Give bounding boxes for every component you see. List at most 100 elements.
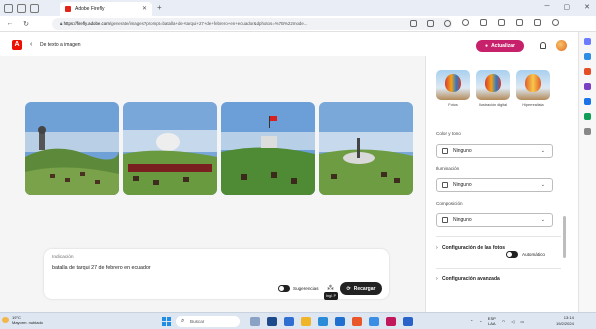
tray-chevron-icon[interactable]: ⌃ [470, 319, 473, 324]
split-screen-icon[interactable] [480, 19, 487, 26]
style-preset-digital[interactable]: Ilustración digital [476, 70, 510, 107]
outlook-app-icon[interactable] [403, 317, 413, 326]
app-header: A ‹ De texto a imagen ● Actualizar [0, 32, 578, 56]
color-tone-select[interactable]: Ninguno ⌄ [436, 144, 553, 158]
advanced-settings-accordion[interactable]: › Configuración avanzada [436, 276, 500, 282]
lang-indicator[interactable]: ESP LAA [488, 316, 496, 326]
more-menu-icon[interactable] [552, 19, 559, 26]
upgrade-label: Actualizar [491, 43, 515, 49]
style-caption: Hiperrealista [522, 103, 544, 107]
reload-button[interactable]: ⟳ Recargar [340, 282, 382, 295]
word-icon[interactable] [284, 317, 294, 326]
search-sidebar-icon[interactable] [584, 38, 591, 45]
chevron-down-icon: ⌄ [540, 148, 545, 154]
office-app-icon[interactable] [352, 317, 362, 326]
composition-select[interactable]: Ninguno ⌄ [436, 213, 553, 227]
url-path: /generate/images?prompt=batalla+de+tarqu… [109, 21, 308, 26]
battle-scene-3 [221, 102, 315, 195]
browser-tool-icons [462, 19, 559, 26]
photo-settings-toggle[interactable] [506, 251, 518, 258]
translate-icon[interactable] [427, 20, 434, 27]
photo-settings-mode: Automático [522, 252, 545, 257]
copilot-icon[interactable] [584, 53, 591, 60]
widgets-icon[interactable] [250, 317, 260, 326]
adobe-logo-icon[interactable]: A [12, 40, 22, 50]
close-tab-icon[interactable]: ✕ [142, 5, 147, 12]
store-icon[interactable] [335, 317, 345, 326]
taskbar-search-placeholder: Buscar [190, 319, 205, 324]
composition-label: Composición [436, 201, 463, 206]
address-bar[interactable]: 🔒︎ https://firefly.adobe.com/generate/im… [52, 18, 452, 30]
taskbar-search[interactable]: ⌕ Buscar [176, 316, 240, 327]
outlook-icon[interactable] [584, 113, 591, 120]
advanced-settings-label: Configuración avanzada [442, 276, 500, 282]
back-chevron-icon[interactable]: ‹ [30, 41, 32, 48]
style-caption: Fotos [448, 103, 458, 107]
url-host: https://firefly.adobe.com [63, 21, 110, 26]
collections-toolbar-icon[interactable] [516, 19, 523, 26]
favorites-icon[interactable] [498, 19, 505, 26]
new-tab-icon[interactable]: + [157, 3, 162, 12]
close-window-icon[interactable]: ✕ [584, 3, 590, 11]
lighting-value: Ninguno [453, 182, 472, 188]
wifi-icon[interactable]: ◠ [502, 319, 506, 324]
windows-start-icon[interactable] [162, 317, 171, 326]
suggestions-toggle[interactable] [278, 285, 290, 292]
refresh-page-icon[interactable] [462, 19, 469, 26]
chevron-down-icon: ⌄ [540, 182, 545, 188]
generated-image-3[interactable] [221, 102, 315, 195]
weather-widget[interactable]: 19°C Mayorm. nublado [2, 315, 43, 325]
games-icon[interactable] [584, 83, 591, 90]
style-caption: Ilustración digital [478, 103, 508, 107]
divider [436, 236, 561, 237]
task-view-icon[interactable] [267, 317, 277, 326]
edge-icon[interactable] [318, 317, 328, 326]
maximize-icon[interactable]: ▢ [564, 3, 571, 11]
upgrade-button[interactable]: ● Actualizar [476, 40, 524, 52]
favorite-star-icon[interactable] [444, 20, 451, 27]
extensions-icon[interactable] [534, 19, 541, 26]
read-aloud-icon[interactable] [410, 20, 417, 27]
profile-icon[interactable] [4, 3, 13, 13]
browser-tab[interactable]: Adobe Firefly ✕ [60, 2, 152, 16]
panel-scrollbar[interactable] [563, 66, 566, 300]
battery-icon[interactable]: ▭ [520, 319, 524, 324]
office-icon[interactable] [584, 98, 591, 105]
avatar[interactable] [556, 40, 567, 51]
balloon-thumbnail [436, 70, 470, 100]
composition-icon [442, 217, 448, 223]
tab-actions-icon[interactable] [30, 3, 39, 13]
address-bar-icons [410, 20, 451, 27]
breadcrumb[interactable]: De texto a imagen [40, 42, 81, 48]
volume-icon[interactable]: ◁ [511, 319, 514, 324]
generated-image-1[interactable] [25, 102, 119, 195]
network-icon[interactable]: ◔ [479, 319, 481, 324]
minimize-icon[interactable]: ─ [545, 3, 550, 11]
notifications-icon[interactable] [540, 42, 546, 49]
lang-sub: LAA [488, 320, 496, 326]
clock[interactable]: 13:14 19/2/2024 [556, 315, 574, 326]
search-icon: ⌕ [181, 318, 185, 324]
file-explorer-icon[interactable] [301, 317, 311, 326]
reload-icon: ⟳ [346, 285, 351, 292]
style-preset-photos[interactable]: Fotos [436, 70, 470, 107]
add-sidebar-icon[interactable] [584, 128, 591, 135]
generated-image-4[interactable] [319, 102, 413, 195]
photos-icon[interactable] [369, 317, 379, 326]
prompt-input[interactable]: batalla de tarqui 27 de febrero en ecuad… [52, 265, 151, 271]
lighting-select[interactable]: Ninguno ⌄ [436, 178, 553, 192]
prompt-label: Indicación [52, 255, 74, 260]
app-icon[interactable] [386, 317, 396, 326]
translate-prompt-icon[interactable]: ⁂ [327, 284, 334, 292]
scrollbar-thumb[interactable] [563, 216, 566, 258]
collections-icon[interactable] [17, 3, 26, 13]
composition-value: Ninguno [453, 217, 472, 223]
generated-image-2[interactable] [123, 102, 217, 195]
photo-settings-accordion[interactable]: › Configuración de las fotos [436, 245, 506, 251]
shopping-icon[interactable] [584, 68, 591, 75]
battle-scene-1 [25, 102, 119, 195]
back-icon[interactable]: ← [4, 20, 16, 27]
lighting-icon [442, 182, 448, 188]
refresh-icon[interactable]: ↻ [20, 20, 32, 28]
style-preset-hyperreal[interactable]: Hiperrealista [516, 70, 550, 107]
